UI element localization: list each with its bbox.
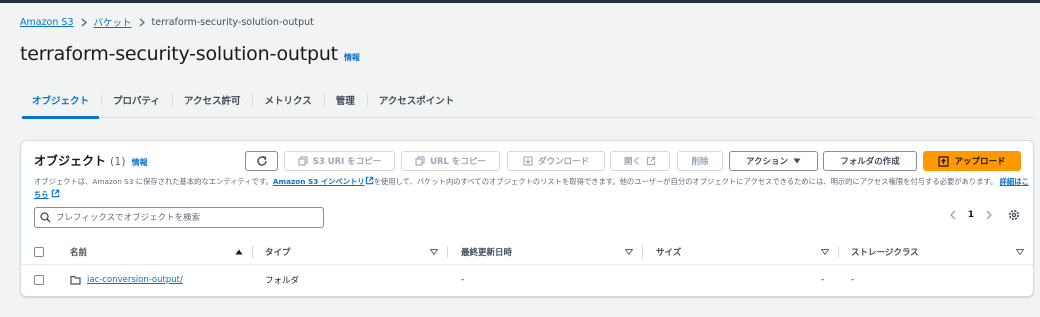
column-divider xyxy=(447,246,448,258)
download-label: ダウンロード xyxy=(537,157,589,167)
external-link-icon xyxy=(646,156,656,166)
panel-description: オブジェクトは、Amazon S3 に保存された基本的なエンティティです。Ama… xyxy=(34,176,1034,201)
breadcrumb-buckets[interactable]: バケット xyxy=(94,15,132,29)
column-header-storage-class[interactable]: ストレージクラス xyxy=(851,239,919,264)
description-text-2: を使用して、バケット内のすべてのオブジェクトのリストを取得できます。他のユーザー… xyxy=(373,177,998,186)
create-folder-button[interactable]: フォルダの作成 xyxy=(823,151,917,171)
tab-metrics[interactable]: メトリクス xyxy=(252,82,323,118)
title-info-link[interactable]: 情報 xyxy=(344,52,360,63)
copy-s3-uri-label: S3 URI をコピー xyxy=(312,157,382,167)
copy-icon xyxy=(415,156,425,166)
column-header-size[interactable]: サイズ xyxy=(656,239,681,264)
search-icon xyxy=(40,212,51,223)
search-box xyxy=(34,207,324,228)
folder-icon xyxy=(70,275,81,285)
column-divider xyxy=(838,246,839,258)
table-header: 名前 タイプ 最終更新日時 サイズ ストレージクラス xyxy=(21,239,1033,265)
open-label: 開く xyxy=(623,157,641,167)
breadcrumb-amazon-s3[interactable]: Amazon S3 xyxy=(20,17,74,28)
inventory-link[interactable]: Amazon S3 インベントリ xyxy=(273,177,365,186)
sort-icon[interactable] xyxy=(625,239,633,264)
sort-icon[interactable] xyxy=(1016,239,1024,264)
panel-info-link[interactable]: 情報 xyxy=(132,157,148,168)
column-divider xyxy=(642,246,643,258)
upload-label: アップロード xyxy=(954,157,1006,167)
download-button[interactable]: ダウンロード xyxy=(507,151,605,171)
breadcrumb: Amazon S3 バケット terraform-security-soluti… xyxy=(20,15,314,30)
search-input[interactable] xyxy=(56,212,306,223)
tab-access-points[interactable]: アクセスポイント xyxy=(366,82,467,118)
actions-dropdown[interactable]: アクション xyxy=(729,151,818,171)
tab-bar: オブジェクト プロパティ アクセス許可 メトリクス 管理 アクセスポイント xyxy=(20,82,1034,119)
refresh-button[interactable] xyxy=(245,151,278,171)
name-cell: iac-conversion-output/ xyxy=(70,266,183,294)
breadcrumb-current: terraform-security-solution-output xyxy=(151,16,314,28)
row-checkbox[interactable] xyxy=(34,266,44,294)
chevron-right-icon xyxy=(81,17,87,27)
objects-panel: オブジェクト (1) 情報 S3 URI をコピー URL をコピー ダウンロー… xyxy=(20,140,1034,297)
caret-down-icon xyxy=(793,158,801,164)
prev-page-button[interactable] xyxy=(949,210,956,220)
column-header-name[interactable]: 名前 xyxy=(70,239,87,264)
tab-properties[interactable]: プロパティ xyxy=(101,82,172,118)
pagination: 1 xyxy=(949,209,1020,221)
column-divider xyxy=(252,246,253,258)
table-row: iac-conversion-output/ フォルダ - - - xyxy=(21,266,1033,294)
refresh-icon xyxy=(256,155,268,167)
sort-ascending-icon[interactable] xyxy=(235,239,243,264)
page-header: terraform-security-solution-output 情報 xyxy=(20,43,360,65)
column-header-last-modified[interactable]: 最終更新日時 xyxy=(461,239,512,264)
sort-icon[interactable] xyxy=(821,239,829,264)
tab-management[interactable]: 管理 xyxy=(323,82,367,118)
delete-button[interactable]: 削除 xyxy=(677,151,723,171)
last-modified-cell: - xyxy=(461,275,465,285)
external-link-icon xyxy=(51,189,60,202)
page-number[interactable]: 1 xyxy=(968,210,974,220)
size-cell: - xyxy=(821,275,825,285)
copy-s3-uri-button[interactable]: S3 URI をコピー xyxy=(284,151,395,171)
delete-label: 削除 xyxy=(691,157,709,167)
object-count: (1) xyxy=(110,155,126,168)
column-header-type[interactable]: タイプ xyxy=(265,239,291,264)
copy-url-label: URL をコピー xyxy=(430,157,486,167)
description-text-1: オブジェクトは、Amazon S3 に保存された基本的なエンティティです。 xyxy=(34,177,273,186)
settings-icon[interactable] xyxy=(1008,209,1020,221)
page-title: terraform-security-solution-output xyxy=(20,43,338,65)
object-link[interactable]: iac-conversion-output/ xyxy=(87,275,183,285)
download-icon xyxy=(523,156,533,166)
panel-title: オブジェクト xyxy=(34,154,107,168)
type-cell: フォルダ xyxy=(265,276,300,286)
copy-icon xyxy=(298,156,308,166)
panel-header: オブジェクト (1) 情報 xyxy=(34,152,148,169)
select-all-checkbox[interactable] xyxy=(34,239,44,264)
upload-button[interactable]: アップロード xyxy=(923,151,1021,171)
copy-url-button[interactable]: URL をコピー xyxy=(401,151,500,171)
create-folder-label: フォルダの作成 xyxy=(840,157,900,167)
top-bar xyxy=(0,0,1040,3)
open-button[interactable]: 開く xyxy=(610,151,670,171)
tab-permissions[interactable]: アクセス許可 xyxy=(171,82,253,118)
actions-label: アクション xyxy=(745,157,789,167)
tab-objects[interactable]: オブジェクト xyxy=(20,82,101,119)
next-page-button[interactable] xyxy=(986,210,992,220)
external-link-icon xyxy=(365,176,374,189)
sort-icon[interactable] xyxy=(430,239,438,264)
chevron-right-icon xyxy=(139,17,145,27)
upload-icon xyxy=(938,155,950,167)
storage-class-cell: - xyxy=(851,275,855,285)
